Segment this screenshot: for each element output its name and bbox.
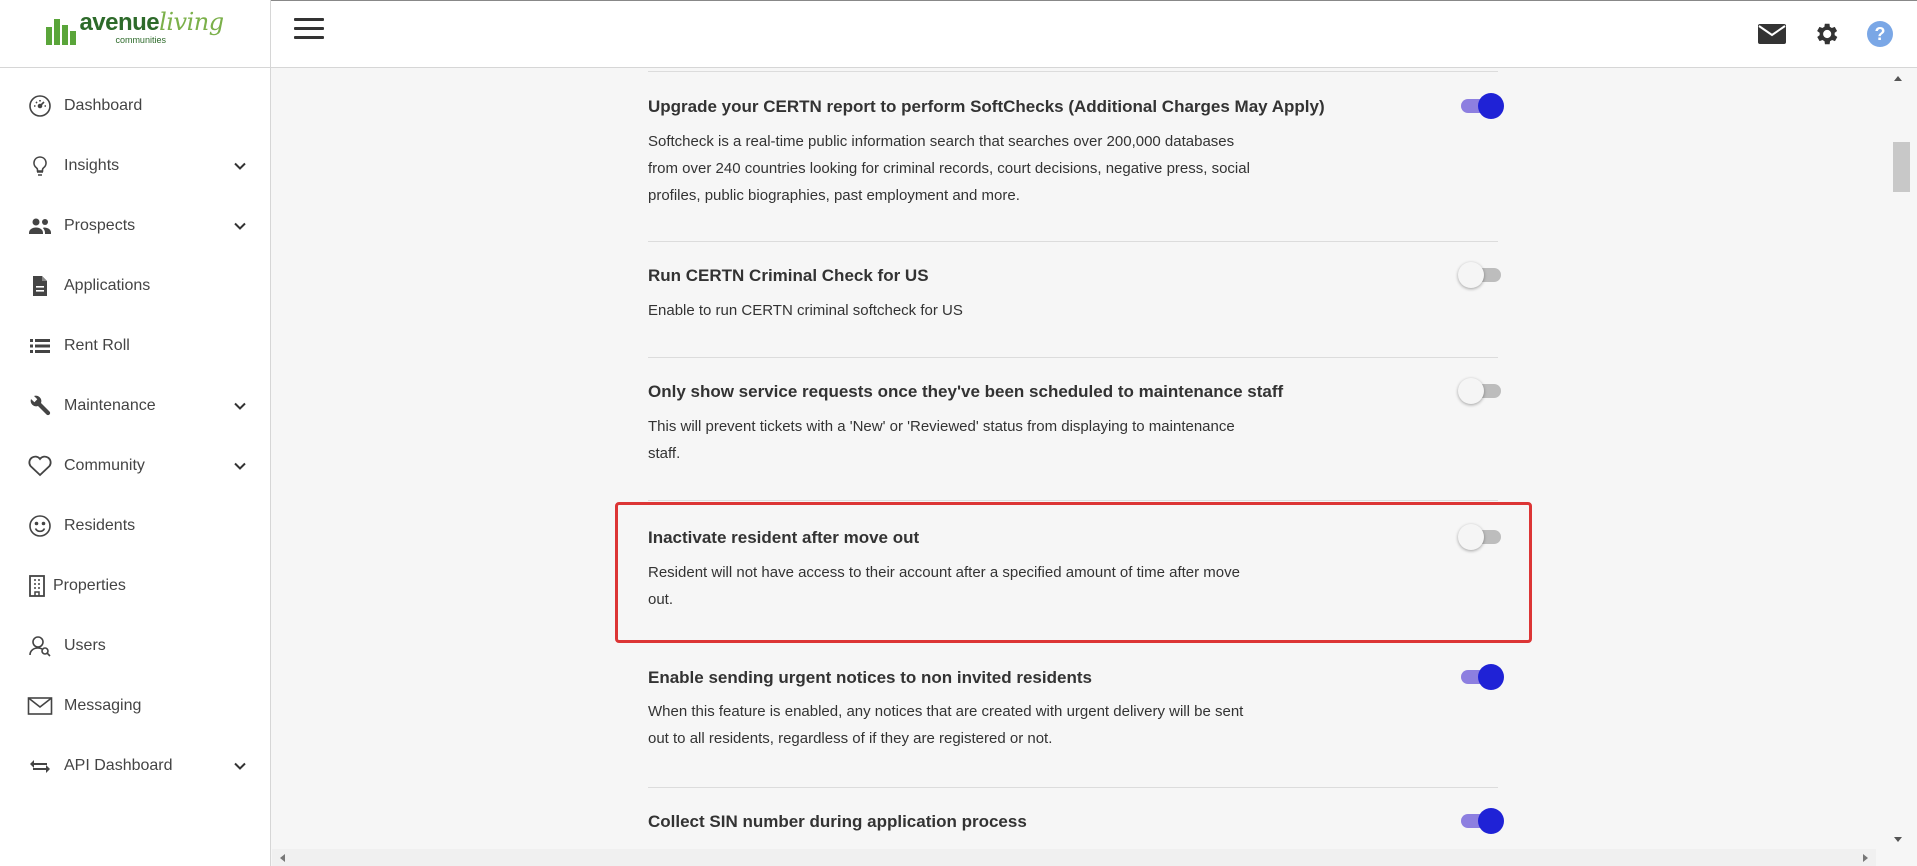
setting-description: This will prevent tickets with a 'New' o… — [648, 418, 1235, 462]
sidebar: avenueliving communities Dashboard Insig… — [0, 0, 271, 866]
chevron-down-icon[interactable] — [232, 218, 248, 234]
logo-area: avenueliving communities — [0, 0, 270, 68]
sidebar-item-label: Prospects — [64, 217, 136, 234]
setting-service-requests-scheduled: Only show service requests once they've … — [648, 358, 1501, 501]
setting-softchecks: Upgrade your CERTN report to perform Sof… — [648, 72, 1504, 242]
gear-icon[interactable] — [1811, 19, 1841, 49]
sidebar-item-maintenance[interactable]: Maintenance — [0, 376, 270, 436]
sidebar-item-messaging[interactable]: Messaging — [0, 676, 270, 736]
sidebar-item-label: Rent Roll — [64, 337, 130, 354]
app-logo[interactable]: avenueliving communities — [46, 8, 224, 45]
lightbulb-icon — [27, 153, 53, 179]
envelope-icon — [27, 693, 53, 719]
urgent-notices-toggle[interactable] — [1458, 663, 1504, 690]
chevron-down-icon[interactable] — [232, 398, 248, 414]
scroll-right-icon[interactable] — [1863, 854, 1868, 862]
logo-sub-text: communities — [115, 35, 166, 45]
logo-main-text: avenue — [79, 9, 160, 36]
sidebar-item-label: Maintenance — [64, 397, 156, 414]
sidebar-item-dashboard[interactable]: Dashboard — [0, 76, 270, 136]
wrench-icon — [27, 393, 53, 419]
setting-certn-criminal-check-us: Run CERTN Criminal Check for US Enable t… — [648, 242, 1501, 358]
setting-title: Enable sending urgent notices to non inv… — [648, 668, 1092, 687]
document-icon — [27, 273, 53, 299]
horizontal-scrollbar[interactable] — [272, 849, 1876, 866]
setting-title: Inactivate resident after move out — [648, 528, 920, 547]
certn-criminal-check-toggle[interactable] — [1458, 261, 1501, 288]
chevron-down-icon[interactable] — [232, 758, 248, 774]
collect-sin-toggle[interactable] — [1458, 807, 1504, 834]
help-icon[interactable]: ? — [1865, 19, 1895, 49]
setting-description: Enable to run CERTN criminal softcheck f… — [648, 302, 963, 319]
heart-icon — [27, 453, 53, 479]
setting-inactivate-resident: Inactivate resident after move out Resid… — [648, 501, 1501, 644]
sidebar-item-label: Dashboard — [64, 97, 143, 114]
scroll-left-icon[interactable] — [280, 854, 285, 862]
user-icon — [27, 633, 53, 659]
service-requests-toggle[interactable] — [1458, 377, 1501, 404]
scrollbar-thumb[interactable] — [1893, 142, 1910, 192]
sidebar-item-label: Messaging — [64, 697, 142, 714]
sidebar-item-label: Users — [64, 637, 106, 654]
sidebar-nav: Dashboard Insights Prospects Application… — [0, 68, 270, 796]
sidebar-item-label: API Dashboard — [64, 757, 173, 774]
speedometer-icon — [27, 93, 53, 119]
sidebar-item-api-dashboard[interactable]: API Dashboard — [0, 736, 270, 796]
logo-living-text: living — [159, 8, 224, 36]
svg-text:?: ? — [1875, 24, 1886, 44]
softchecks-toggle[interactable] — [1458, 92, 1504, 119]
sidebar-item-label: Community — [64, 457, 145, 474]
list-icon — [27, 333, 53, 359]
scroll-up-icon[interactable] — [1894, 76, 1902, 81]
hamburger-menu-icon[interactable] — [294, 18, 324, 42]
smiley-icon — [27, 513, 53, 539]
sidebar-item-applications[interactable]: Applications — [0, 256, 270, 316]
sidebar-item-community[interactable]: Community — [0, 436, 270, 496]
swap-arrows-icon — [27, 753, 53, 779]
logo-buildings-icon — [46, 19, 77, 45]
sidebar-item-label: Properties — [53, 577, 126, 594]
people-icon — [27, 213, 53, 239]
sidebar-item-rent-roll[interactable]: Rent Roll — [0, 316, 270, 376]
scroll-down-icon[interactable] — [1894, 837, 1902, 842]
setting-title: Run CERTN Criminal Check for US — [648, 266, 929, 285]
sidebar-item-users[interactable]: Users — [0, 616, 270, 676]
sidebar-item-label: Insights — [64, 157, 120, 174]
sidebar-item-prospects[interactable]: Prospects — [0, 196, 270, 256]
setting-title: Collect SIN number during application pr… — [648, 812, 1027, 831]
sidebar-item-properties[interactable]: Properties — [0, 556, 270, 616]
setting-collect-sin: Collect SIN number during application pr… — [648, 788, 1504, 849]
settings-content: Upgrade your CERTN report to perform Sof… — [272, 69, 1876, 849]
sidebar-item-label: Residents — [64, 517, 136, 534]
setting-title: Upgrade your CERTN report to perform Sof… — [648, 97, 1325, 116]
sidebar-item-label: Applications — [64, 277, 151, 294]
inactivate-resident-toggle[interactable] — [1458, 523, 1501, 550]
setting-description: Resident will not have access to their a… — [648, 564, 1240, 608]
chevron-down-icon[interactable] — [232, 158, 248, 174]
top-bar-actions: ? — [1757, 19, 1895, 49]
building-icon — [27, 573, 47, 599]
vertical-scrollbar[interactable] — [1876, 69, 1917, 849]
setting-urgent-notices: Enable sending urgent notices to non inv… — [648, 644, 1504, 788]
setting-title: Only show service requests once they've … — [648, 382, 1284, 401]
setting-description: Softcheck is a real-time public informat… — [648, 133, 1250, 204]
sidebar-item-insights[interactable]: Insights — [0, 136, 270, 196]
mail-icon[interactable] — [1757, 19, 1787, 49]
top-bar: ? — [271, 0, 1917, 68]
chevron-down-icon[interactable] — [232, 458, 248, 474]
sidebar-item-residents[interactable]: Residents — [0, 496, 270, 556]
setting-description: When this feature is enabled, any notice… — [648, 703, 1244, 747]
